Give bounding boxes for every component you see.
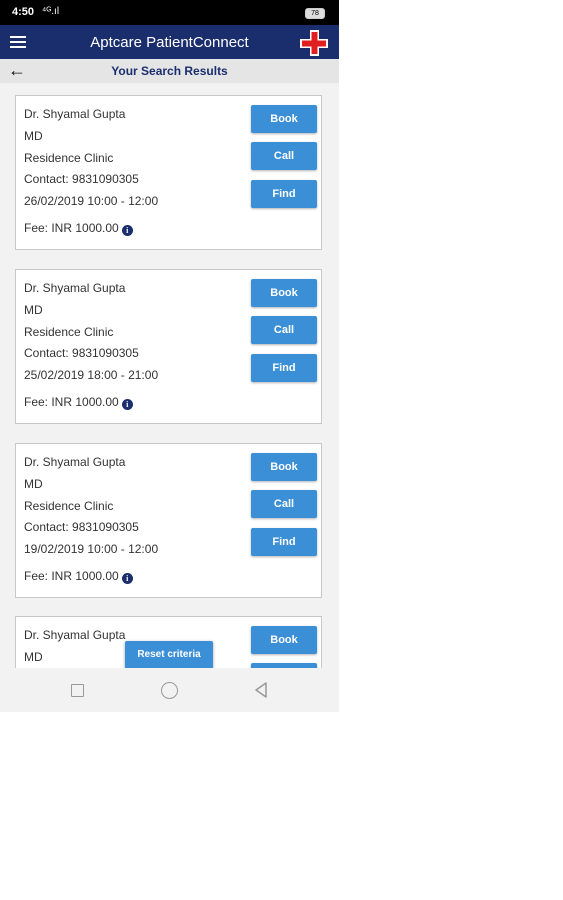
status-bar: 4:50 ⁴ᴳ.ıl 78 [0,0,339,25]
call-button[interactable]: Call [251,142,317,170]
results-header: ← Your Search Results [0,59,339,83]
find-button[interactable]: Find [251,180,317,208]
doctor-degree: MD [24,129,43,143]
doctor-card: Dr. Shyamal Gupta MD Residence Clinic Co… [15,443,322,598]
app-bar: Aptcare PatientConnect [0,25,339,59]
fee-text: Fee: INR 1000.00 [24,395,119,409]
results-title: Your Search Results [111,64,228,78]
results-list[interactable]: Dr. Shyamal Gupta MD Residence Clinic Co… [0,83,339,668]
appointment-slot: 26/02/2019 10:00 - 12:00 [24,194,159,208]
info-icon[interactable]: i [121,225,133,236]
status-time: 4:50 [12,6,35,18]
clinic-name: Residence Clinic [24,325,114,339]
doctor-name: Dr. Shyamal Gupta [24,281,126,295]
back-icon[interactable] [254,682,268,698]
clinic-name: Residence Clinic [24,499,114,513]
app-title: Aptcare PatientConnect [90,34,249,51]
medical-cross-logo-icon [300,30,328,56]
doctor-card: Dr. Shyamal Gupta MD Residence Clinic Co… [15,95,322,250]
recent-apps-icon[interactable] [71,684,84,697]
battery-icon: 78 [305,8,325,19]
doctor-card: Dr. Shyamal Gupta MD Residence Clinic Co… [15,269,322,424]
info-icon[interactable]: i [121,573,133,584]
fee-line: Fee: INR 1000.00 i [24,221,133,236]
phone-screen: 4:50 ⁴ᴳ.ıl 78 Aptcare PatientConnect ← Y… [0,0,339,712]
reset-criteria-button[interactable]: Reset criteria [125,641,213,668]
doctor-degree: MD [24,650,43,664]
info-icon[interactable]: i [121,399,133,410]
doctor-degree: MD [24,303,43,317]
call-button[interactable]: Call [251,490,317,518]
call-button[interactable]: Call [251,316,317,344]
book-button[interactable]: Book [251,279,317,307]
contact-number: Contact: 9831090305 [24,520,139,534]
doctor-name: Dr. Shyamal Gupta [24,455,126,469]
clinic-name: Residence Clinic [24,151,114,165]
doctor-degree: MD [24,477,43,491]
contact-number: Contact: 9831090305 [24,346,139,360]
signal-icon: ⁴ᴳ.ıl [42,6,60,17]
fee-line: Fee: INR 1000.00 i [24,395,133,410]
doctor-name: Dr. Shyamal Gupta [24,107,126,121]
home-icon[interactable] [161,682,178,699]
contact-number: Contact: 9831090305 [24,172,139,186]
book-button[interactable]: Book [251,453,317,481]
fee-line: Fee: INR 1000.00 i [24,569,133,584]
book-button[interactable]: Book [251,626,317,654]
appointment-slot: 25/02/2019 18:00 - 21:00 [24,368,159,382]
fee-text: Fee: INR 1000.00 [24,569,119,583]
find-button[interactable]: Find [251,528,317,556]
fee-text: Fee: INR 1000.00 [24,221,119,235]
find-button[interactable]: Find [251,354,317,382]
book-button[interactable]: Book [251,105,317,133]
appointment-slot: 19/02/2019 10:00 - 12:00 [24,542,159,556]
doctor-name: Dr. Shyamal Gupta [24,628,126,642]
system-navigation-bar [0,668,339,712]
